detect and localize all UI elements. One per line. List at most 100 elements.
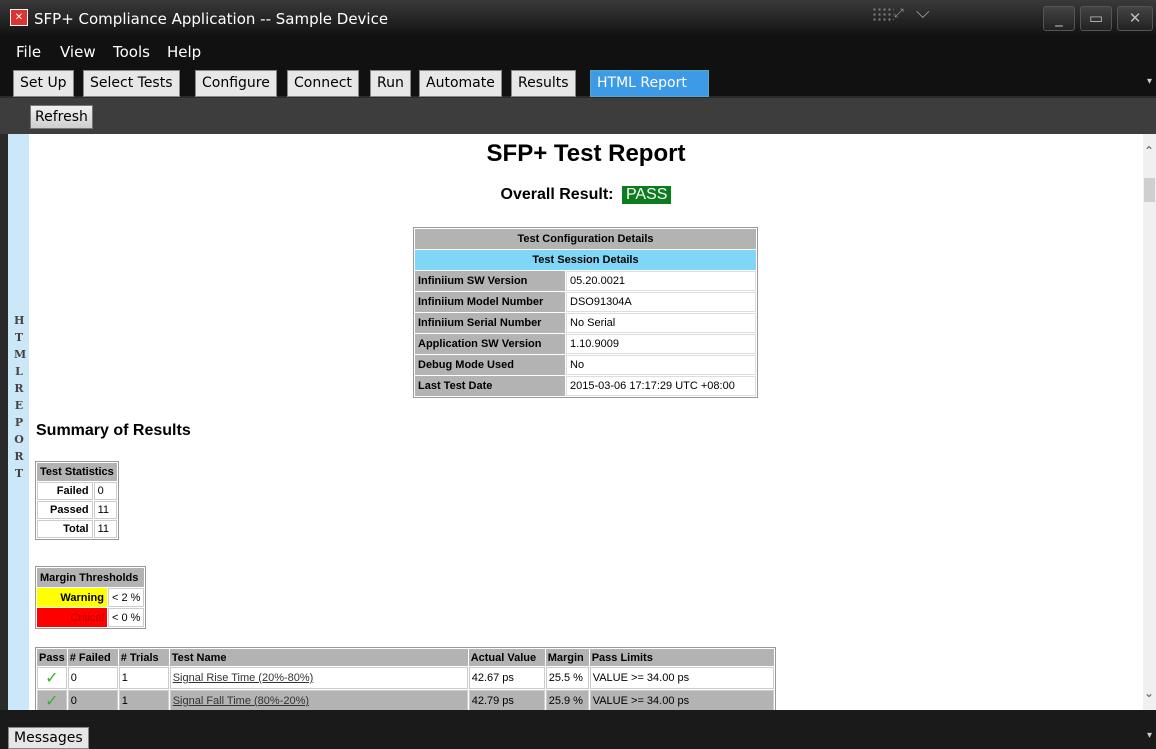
session-details-header: Test Session Details [415, 250, 756, 270]
tab-select-tests[interactable]: Select Tests [83, 70, 180, 97]
table-row: ✓ 0 1 Signal Rise Time (20%-80%) 42.67 p… [37, 667, 774, 689]
close-icon[interactable]: ✕ [1117, 6, 1153, 31]
config-row: Infiniium SW Version 05.20.0021 [415, 271, 756, 291]
config-table-header: Test Configuration Details [415, 229, 756, 249]
overall-result-label: Overall Result: [500, 186, 614, 203]
failed-cell: 0 [67, 667, 118, 689]
grid-icon[interactable] [872, 7, 894, 23]
stats-label: Passed [37, 501, 93, 519]
report-content: SFP+ Test Report Overall Result: PASS Te… [29, 134, 1143, 710]
config-row: Last Test Date 2015-03-06 17:17:29 UTC +0… [415, 376, 756, 396]
chevron-down-icon[interactable]: ⌵ [916, 2, 930, 23]
col-failed: # Failed [67, 649, 118, 666]
checkmark-icon: ✓ [37, 690, 67, 710]
tab-bar: Set Up Select Tests Configure Connect Ru… [0, 66, 1156, 98]
stats-label: Failed [37, 482, 93, 500]
tab-configure[interactable]: Configure [195, 70, 277, 97]
menu-file[interactable]: File [16, 43, 41, 61]
left-edge [0, 134, 8, 710]
config-table: Test Configuration Details Test Session … [413, 227, 758, 398]
warning-value: < 2 % [108, 588, 145, 607]
stats-header: Test Statistics [37, 463, 117, 481]
table-row: ✓ 0 1 Signal Fall Time (80%-20%) 42.79 p… [37, 690, 774, 710]
col-actual-value: Actual Value [468, 649, 545, 666]
config-value: No Serial [566, 313, 756, 333]
test-statistics-table: Test Statistics Failed 0 Passed 11 Total 11 [35, 461, 119, 540]
results-table: Pass # Failed # Trials Test Name Actual … [35, 647, 776, 710]
tab-set-up[interactable]: Set Up [13, 70, 74, 97]
margin-cell: 25.5 % [545, 667, 589, 689]
tab-results[interactable]: Results [511, 70, 576, 97]
tab-html-report[interactable]: HTML Report [590, 70, 709, 97]
menu-help[interactable]: Help [167, 43, 201, 61]
report-toolbar: Refresh [0, 98, 1156, 134]
margins-header: Margin Thresholds [37, 568, 145, 587]
config-label: Last Test Date [415, 376, 565, 396]
trials-cell: 1 [118, 667, 169, 689]
actual-value-cell: 42.79 ps [468, 690, 545, 710]
test-name-link[interactable]: Signal Rise Time (20%-80%) [173, 672, 314, 684]
menu-tools[interactable]: Tools [113, 43, 150, 61]
config-row: Application SW Version 1.10.9009 [415, 334, 756, 354]
refresh-button[interactable]: Refresh [30, 105, 93, 129]
messages-tab[interactable]: Messages [8, 727, 89, 749]
stats-value: 11 [93, 520, 117, 538]
config-label: Infiniium SW Version [415, 271, 565, 291]
minimize-icon[interactable]: _ [1043, 6, 1075, 31]
trials-cell: 1 [118, 690, 169, 710]
side-label-panel: HTML REPORT [8, 134, 29, 710]
config-label: Infiniium Model Number [415, 292, 565, 312]
vertical-scrollbar[interactable]: ⌃ ⌄ [1143, 134, 1156, 710]
config-label: Debug Mode Used [415, 355, 565, 375]
maximize-icon[interactable]: ▭ [1080, 6, 1112, 31]
summary-heading: Summary of Results [36, 422, 191, 439]
tab-run[interactable]: Run [370, 70, 411, 97]
config-value: No [566, 355, 756, 375]
pass-limits-cell: VALUE >= 34.00 ps [589, 667, 774, 689]
title-bar-tools: ⤢ ⌵ [872, 2, 944, 26]
menu-bar: File View Tools Help [0, 37, 1156, 66]
title-bar: ✕ SFP+ Compliance Application -- Sample … [0, 0, 1156, 37]
config-label: Infiniium Serial Number [415, 313, 565, 333]
checkmark-icon: ✓ [37, 667, 67, 689]
config-row: Debug Mode Used No [415, 355, 756, 375]
col-pass-limits: Pass Limits [589, 649, 774, 666]
tab-automate[interactable]: Automate [419, 70, 502, 97]
scrollbar-thumb[interactable] [1144, 178, 1155, 202]
config-row: Infiniium Model Number DSO91304A [415, 292, 756, 312]
config-value: 2015-03-06 17:17:29 UTC +08:00 [566, 376, 756, 396]
col-pass: Pass [37, 649, 67, 666]
critical-label: Critical [37, 608, 107, 627]
warning-label: Warning [37, 588, 107, 607]
failed-cell: 0 [67, 690, 118, 710]
col-test-name: Test Name [169, 649, 468, 666]
stats-value: 0 [93, 482, 117, 500]
config-value: DSO91304A [566, 292, 756, 312]
pass-badge: PASS [621, 186, 672, 204]
config-value: 05.20.0021 [566, 271, 756, 291]
results-header-row: Pass # Failed # Trials Test Name Actual … [37, 649, 774, 666]
tab-connect[interactable]: Connect [287, 70, 359, 97]
margin-thresholds-table: Margin Thresholds Warning < 2 % Critical <… [35, 566, 147, 629]
stats-value: 11 [93, 501, 117, 519]
config-label: Application SW Version [415, 334, 565, 354]
panel-expand-icon[interactable]: ▾ [1147, 730, 1152, 741]
bottom-bar: Messages ▾ [0, 710, 1156, 749]
expand-icon[interactable]: ⤢ [894, 6, 904, 21]
menu-view[interactable]: View [60, 43, 96, 61]
report-title: SFP+ Test Report [486, 140, 686, 167]
tab-scroll-icon[interactable]: ▾ [1147, 76, 1152, 87]
window-title: SFP+ Compliance Application -- Sample De… [34, 10, 389, 28]
overall-result: Overall Result: PASS [29, 186, 1143, 204]
app-logo-icon: ✕ [10, 9, 28, 26]
col-margin: Margin [545, 649, 589, 666]
scroll-up-icon[interactable]: ⌃ [1144, 144, 1154, 158]
pass-limits-cell: VALUE >= 34.00 ps [589, 690, 774, 710]
side-label: HTML REPORT [14, 314, 27, 480]
config-value: 1.10.9009 [566, 334, 756, 354]
actual-value-cell: 42.67 ps [468, 667, 545, 689]
stats-label: Total [37, 520, 93, 538]
scroll-down-icon[interactable]: ⌄ [1144, 686, 1154, 700]
config-row: Infiniium Serial Number No Serial [415, 313, 756, 333]
test-name-link[interactable]: Signal Fall Time (80%-20%) [173, 695, 309, 707]
